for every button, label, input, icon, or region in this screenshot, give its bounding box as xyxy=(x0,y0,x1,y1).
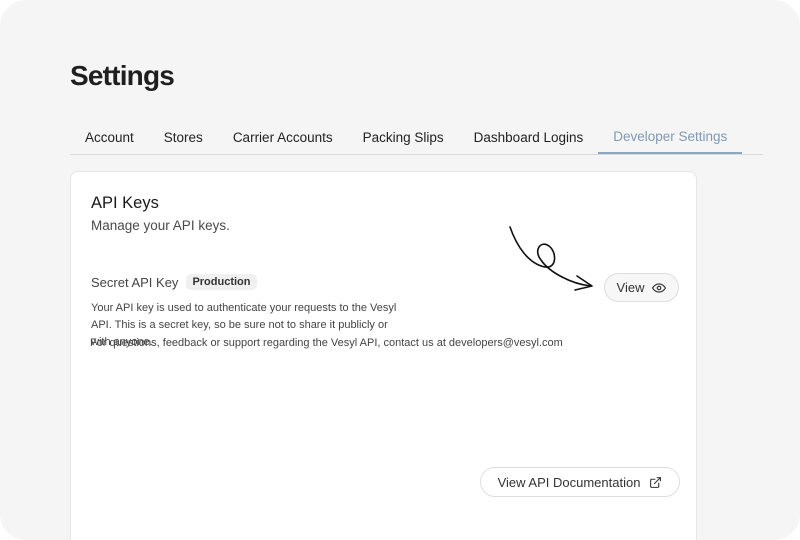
secret-key-row: Secret API Key Production xyxy=(91,274,257,290)
tab-carrier-accounts[interactable]: Carrier Accounts xyxy=(218,120,348,154)
tab-dashboard-logins[interactable]: Dashboard Logins xyxy=(459,120,599,154)
eye-icon xyxy=(652,281,667,295)
app-window: Settings Account Stores Carrier Accounts… xyxy=(0,0,800,540)
page-title: Settings xyxy=(70,60,175,91)
support-note: For questions, feedback or support regar… xyxy=(90,337,563,349)
external-link-icon xyxy=(649,476,662,489)
docs-button-label: View API Documentation xyxy=(497,474,641,490)
api-documentation-button[interactable]: View API Documentation xyxy=(480,467,680,497)
view-button-label: View xyxy=(616,280,645,295)
tab-stores[interactable]: Stores xyxy=(149,120,218,154)
tab-developer-settings[interactable]: Developer Settings xyxy=(598,120,743,154)
view-key-button[interactable]: View xyxy=(604,273,679,302)
settings-tabs: Account Stores Carrier Accounts Packing … xyxy=(70,120,763,155)
secret-key-label: Secret API Key xyxy=(91,274,179,290)
api-keys-title: API Keys xyxy=(91,194,159,212)
tab-account[interactable]: Account xyxy=(70,120,149,154)
api-keys-subtitle: Manage your API keys. xyxy=(91,218,230,233)
annotation-arrow-icon xyxy=(509,226,593,291)
tab-packing-slips[interactable]: Packing Slips xyxy=(348,120,459,154)
environment-badge: Production xyxy=(186,274,257,290)
